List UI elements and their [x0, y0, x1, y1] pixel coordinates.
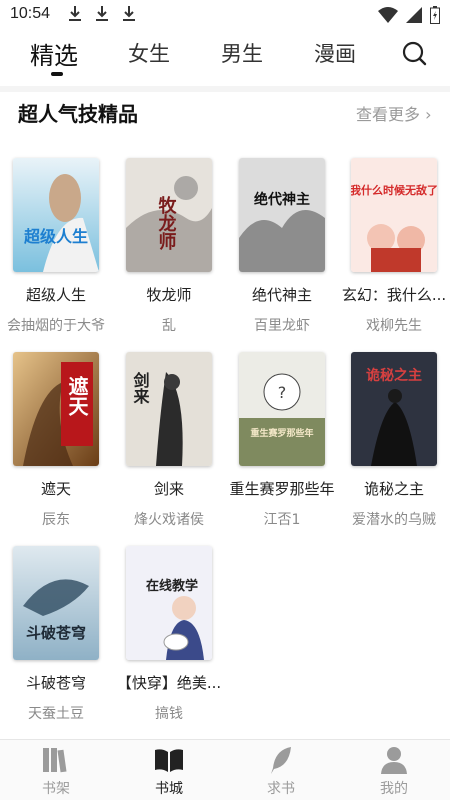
status-time: 10:54: [10, 5, 51, 22]
feather-icon: [271, 747, 291, 774]
book-title: 玄幻：我什么...: [341, 286, 447, 304]
book-cover: 绝代神主: [239, 158, 325, 272]
book-item[interactable]: 超级人生 超级人生 会抽烟的于大爷: [1, 158, 111, 335]
book-author: 辰东: [42, 512, 70, 528]
cover-title: 遮天: [65, 375, 89, 417]
cover-title: 剑来: [131, 371, 151, 405]
book-cover: 超级人生: [13, 158, 99, 272]
cover-title: 绝代神主: [254, 191, 310, 208]
cover-title: 诡秘之主: [366, 367, 422, 384]
book-author: 会抽烟的于大爷: [7, 318, 105, 334]
book-item[interactable]: 遮天 遮天 辰东: [1, 352, 111, 529]
download-icon: [69, 6, 81, 21]
book-author: 爱潜水的乌贼: [352, 512, 436, 528]
divider: [0, 86, 450, 92]
download-icon: [96, 6, 108, 21]
svg-text:?: ?: [278, 383, 287, 402]
book-cover: 在线教学: [126, 546, 212, 660]
cover-title: 超级人生: [23, 227, 88, 246]
book-author: 乱: [162, 318, 176, 334]
nav-label: 书城: [155, 781, 183, 797]
see-more-link[interactable]: 查看更多 ›: [356, 101, 432, 125]
status-bar: 10:54: [0, 0, 450, 30]
book-item[interactable]: 在线教学 【快穿】绝美... 搞钱: [114, 546, 224, 723]
book-item[interactable]: 斗破苍穹 斗破苍穹 天蚕土豆: [1, 546, 111, 723]
signal-icon: [406, 7, 422, 23]
book-title: 重生赛罗那些年: [229, 480, 335, 498]
book-cover: 诡秘之主: [351, 352, 437, 466]
tab-male[interactable]: 男生: [221, 38, 263, 68]
cover-title: 在线教学: [146, 578, 198, 594]
bookshelf-icon: [43, 748, 67, 773]
wifi-icon: [378, 7, 398, 23]
book-item[interactable]: 诡秘之主 诡秘之主 爱潜水的乌贼: [339, 352, 449, 529]
open-book-icon: [155, 749, 183, 772]
book-title: 斗破苍穹: [25, 674, 86, 692]
book-author: 戏柳先生: [366, 318, 422, 334]
tab-female[interactable]: 女生: [128, 38, 170, 68]
book-title: 【快穿】绝美...: [116, 674, 222, 692]
book-author: 江否1: [263, 512, 301, 528]
user-icon: [381, 747, 407, 774]
book-author: 百里龙虾: [254, 318, 310, 334]
download-icon: [123, 6, 135, 21]
book-title: 遮天: [40, 480, 71, 498]
nav-label: 求书: [267, 781, 295, 797]
book-title: 牧龙师: [146, 286, 192, 304]
nav-bookshelf[interactable]: 书架: [16, 744, 96, 798]
cover-title: 牧龙师: [156, 195, 177, 251]
book-item[interactable]: 我什么时候无敌了 玄幻：我什么... 戏柳先生: [339, 158, 449, 335]
book-item[interactable]: 剑来 剑来 烽火戏诸侯: [114, 352, 224, 529]
nav-profile[interactable]: 我的: [354, 744, 434, 798]
book-item[interactable]: 牧龙师 牧龙师 乱: [114, 158, 224, 335]
book-title: 诡秘之主: [363, 480, 424, 498]
book-title: 绝代神主: [251, 286, 312, 304]
nav-bookstore[interactable]: 书城: [129, 744, 209, 798]
nav-request-book[interactable]: 求书: [241, 744, 321, 798]
cover-title: 斗破苍穹: [26, 624, 86, 642]
book-author: 烽火戏诸侯: [134, 512, 204, 528]
book-cover: 遮天: [13, 352, 99, 466]
book-cover: 剑来: [126, 352, 212, 466]
book-title: 超级人生: [25, 286, 86, 304]
tab-featured[interactable]: 精选: [30, 36, 78, 71]
book-author: 搞钱: [155, 706, 183, 722]
book-title: 剑来: [153, 480, 184, 498]
cover-title: 我什么时候无敌了: [351, 183, 437, 197]
book-author: 天蚕土豆: [28, 706, 84, 722]
book-item[interactable]: 绝代神主 绝代神主 百里龙虾: [227, 158, 337, 335]
book-cover: 牧龙师: [126, 158, 212, 272]
cover-title: 重生赛罗那些年: [250, 427, 313, 439]
book-item[interactable]: ? 重生赛罗那些年 重生赛罗那些年 江否1: [227, 352, 337, 529]
book-cover: 斗破苍穹: [13, 546, 99, 660]
tab-comics[interactable]: 漫画: [314, 38, 356, 68]
battery-icon: [430, 6, 440, 24]
top-tab-bar: 精选 女生 男生 漫画: [0, 32, 450, 84]
active-tab-indicator: [51, 72, 63, 76]
nav-label: 书架: [42, 781, 70, 797]
book-cover: ? 重生赛罗那些年: [239, 352, 325, 466]
search-icon[interactable]: [401, 40, 427, 66]
nav-label: 我的: [380, 781, 408, 797]
bottom-nav: 书架 书城 求书 我的: [0, 739, 450, 800]
section-title: 超人气技精品: [18, 102, 138, 126]
book-cover: 我什么时候无敌了: [351, 158, 437, 272]
